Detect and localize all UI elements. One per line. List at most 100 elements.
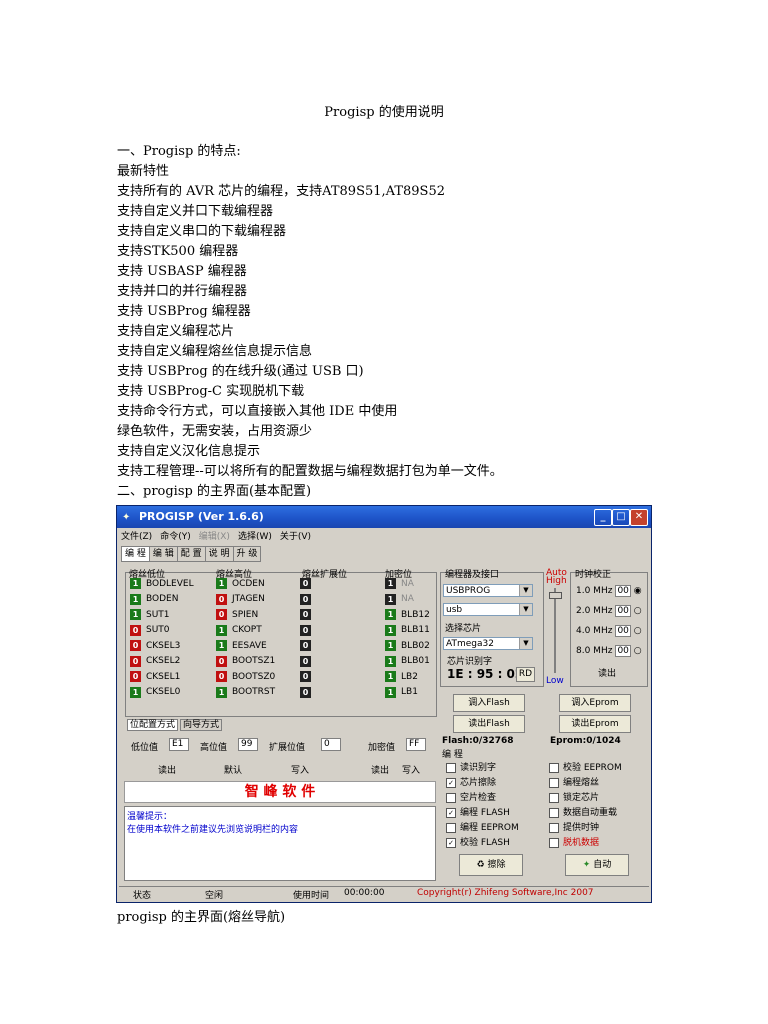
option-row[interactable]: ✓ 编程 FLASH [446,805,519,820]
fuse-bit[interactable]: 0 [130,655,141,667]
read-flash-button[interactable]: 读出Flash [453,715,525,733]
chip-select[interactable]: ATmega32 ▼ [443,637,533,650]
clock-row[interactable]: 8.0 MHz 00 ○ [576,645,642,666]
option-row[interactable]: ✓ 芯片擦除 [446,775,519,790]
maximize-icon[interactable]: □ [612,509,630,526]
fuse-row[interactable]: 1 BOOTRST [216,685,275,701]
fuse-write-button[interactable]: 写入 [291,763,309,776]
fuse-bit[interactable]: 1 [385,593,396,605]
option-row[interactable]: ✓ 校验 FLASH [446,835,519,850]
fuse-row[interactable]: 1 EESAVE [216,638,275,654]
fuse-row[interactable]: 0 JTAGEN [216,592,275,608]
checkbox[interactable] [446,792,456,803]
programmer-select[interactable]: USBPROG ▼ [443,584,533,597]
fuse-row[interactable]: 1 BLB02 [385,638,430,654]
checkbox[interactable] [446,822,456,833]
fuse-bit[interactable]: 1 [385,640,396,652]
fuse-row[interactable]: 1 SUT1 [130,607,194,623]
fuse-bit[interactable]: 0 [300,686,311,698]
auto-button[interactable]: ✦ 自动 [565,854,629,876]
fuse-row[interactable]: 0 [300,638,316,654]
fuse-row[interactable]: 0 [300,623,316,639]
subtab-2[interactable]: 向导方式 [180,719,223,731]
fuse-bit[interactable]: 1 [130,578,141,590]
clock-radio[interactable]: ○ [631,626,642,636]
erase-button[interactable]: ♻ 擦除 [459,854,523,876]
fuse-bit[interactable]: 0 [300,593,311,605]
fuse-bit[interactable]: 1 [216,686,227,698]
load-flash-button[interactable]: 调入Flash [453,694,525,712]
menu-item[interactable]: 文件(Z) [121,532,152,542]
fuse-bit[interactable]: 0 [216,593,227,605]
fuse-row[interactable]: 1 LB1 [385,685,430,701]
port-select[interactable]: usb ▼ [443,603,533,616]
fuse-bit[interactable]: 0 [300,671,311,683]
fuse-default-button[interactable]: 默认 [224,763,242,776]
checkbox-checked[interactable]: ✓ [446,777,456,788]
option-row[interactable]: 编程熔丝 [549,775,622,790]
clock-radio[interactable]: ○ [631,606,642,616]
menu-item[interactable]: 命令(Y) [160,532,191,542]
option-row[interactable]: 空片检查 [446,790,519,805]
close-icon[interactable]: ✕ [630,509,648,526]
fuse-row[interactable]: 0 BOOTSZ1 [216,654,275,670]
menu-item[interactable]: 关于(V) [280,532,311,542]
fuse-row[interactable]: 1 CKSEL0 [130,685,194,701]
option-row[interactable]: 读识别字 [446,760,519,775]
fuse-bit[interactable]: 0 [216,609,227,621]
load-eprom-button[interactable]: 调入Eprom [559,694,631,712]
fuse-bit[interactable]: 1 [385,578,396,590]
option-row[interactable]: 编程 EEPROM [446,820,519,835]
fuse-row[interactable]: 1 BLB12 [385,607,430,623]
option-row[interactable]: 脱机数据 [549,835,622,850]
fuse-row[interactable]: 0 SUT0 [130,623,194,639]
fuse-row[interactable]: 0 [300,607,316,623]
fuse-bit[interactable]: 0 [130,671,141,683]
checkbox-checked[interactable]: ✓ [446,807,456,818]
speed-slider-track[interactable] [554,588,556,673]
checkbox[interactable] [549,837,559,848]
checkbox[interactable] [549,792,559,803]
tab-1[interactable]: 编 程 [121,546,150,562]
fuse-row[interactable]: 0 SPIEN [216,607,275,623]
checkbox[interactable] [549,777,559,788]
fuse-row[interactable]: 1 OCDEN [216,576,275,592]
menu-item[interactable]: 编辑(X) [199,532,230,542]
clock-value[interactable]: 00 [615,605,631,617]
fuse-bit[interactable]: 1 [385,655,396,667]
fuse-bit[interactable]: 0 [300,624,311,636]
fuse-row[interactable]: 1 BLB01 [385,654,430,670]
clock-value[interactable]: 00 [615,645,631,657]
tab-4[interactable]: 说 明 [204,546,234,562]
fuse-bit[interactable]: 0 [130,640,141,652]
fuse-row[interactable]: 1 NA [385,592,430,608]
fuse-row[interactable]: 0 [300,685,316,701]
low-value-field[interactable]: E1 [169,738,189,751]
fuse-row[interactable]: 1 BLB11 [385,623,430,639]
fuse-bit[interactable]: 1 [385,624,396,636]
clock-radio[interactable]: ◉ [631,586,642,596]
fuse-bit[interactable]: 1 [385,671,396,683]
fuse-row[interactable]: 0 BOOTSZ0 [216,669,275,685]
fuse-row[interactable]: 0 [300,592,316,608]
fuse-row[interactable]: 0 CKSEL2 [130,654,194,670]
fuse-bit[interactable]: 1 [130,686,141,698]
fuse-row[interactable]: 0 CKSEL1 [130,669,194,685]
fuse-bit[interactable]: 0 [300,609,311,621]
option-row[interactable]: 校验 EEPROM [549,760,622,775]
fuse-bit[interactable]: 1 [385,609,396,621]
read-eprom-button[interactable]: 读出Eprom [559,715,631,733]
clock-row[interactable]: 4.0 MHz 00 ○ [576,625,642,646]
lock-read-button[interactable]: 读出 [371,763,389,776]
ext-value-field[interactable]: 0 [321,738,341,751]
speed-slider-thumb[interactable] [549,592,562,599]
tab-5[interactable]: 升 级 [232,546,262,562]
clock-radio[interactable]: ○ [631,646,642,656]
fuse-row[interactable]: 1 CKOPT [216,623,275,639]
fuse-bit[interactable]: 0 [216,655,227,667]
fuse-bit[interactable]: 0 [216,671,227,683]
fuse-row[interactable]: 1 LB2 [385,669,430,685]
clock-row[interactable]: 2.0 MHz 00 ○ [576,605,642,626]
option-row[interactable]: 数据自动重载 [549,805,622,820]
fuse-bit[interactable]: 0 [130,624,141,636]
